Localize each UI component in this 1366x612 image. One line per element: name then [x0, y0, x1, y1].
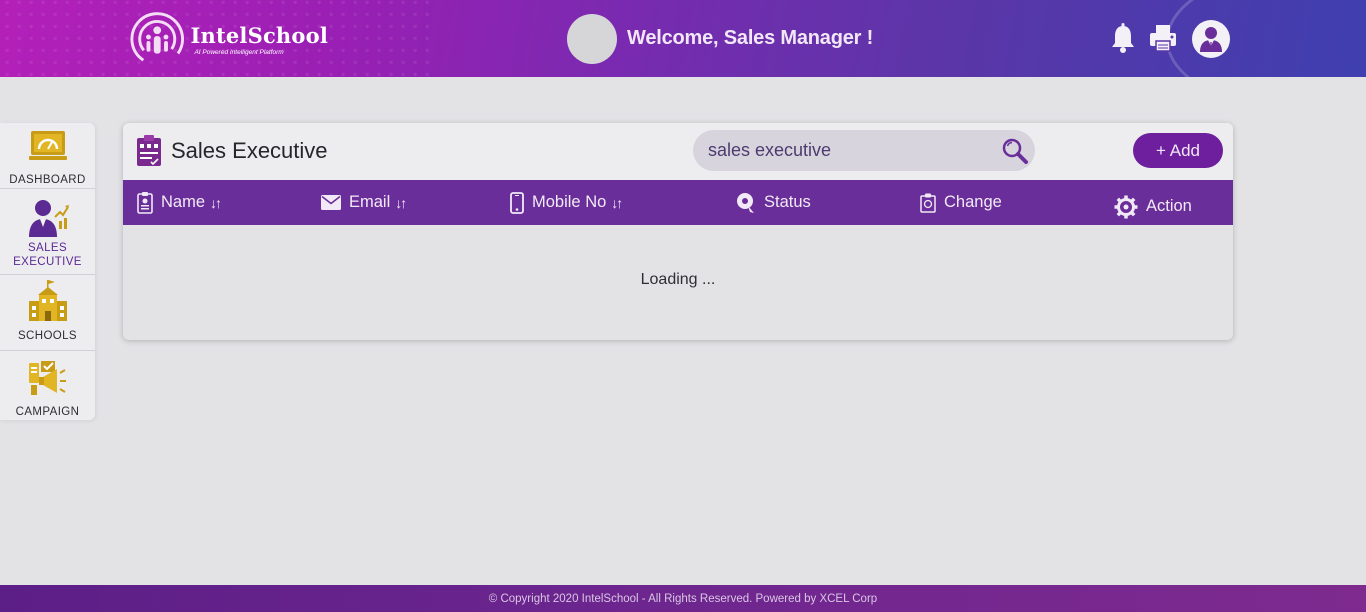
- sales-executive-icon: [28, 200, 69, 237]
- sales-executive-panel: Sales Executive + Add Name ↓↑: [123, 123, 1233, 340]
- column-header-status: Status: [736, 180, 811, 225]
- column-header-mobile[interactable]: Mobile No ↓↑: [510, 180, 623, 225]
- column-label: Email: [349, 193, 391, 211]
- column-header-email[interactable]: Email ↓↑: [321, 180, 407, 225]
- change-icon: [920, 193, 936, 213]
- page-title: Sales Executive: [171, 138, 328, 163]
- search-icon[interactable]: [1001, 137, 1029, 165]
- add-button[interactable]: + Add: [1133, 133, 1223, 168]
- divider: [0, 274, 95, 275]
- sidebar-item-schools[interactable]: SCHOOLS: [0, 279, 95, 343]
- copyright-text: © Copyright 2020 IntelSchool - All Right…: [488, 592, 878, 605]
- column-label: Change: [944, 193, 1002, 211]
- bell-icon[interactable]: [1108, 22, 1138, 54]
- divider: [0, 188, 95, 189]
- mobile-icon: [510, 191, 524, 214]
- column-label: Name: [161, 193, 206, 211]
- sidebar-item-campaign[interactable]: CAMPAIGN: [0, 359, 95, 419]
- divider: [0, 350, 95, 351]
- clipboard-icon: [137, 135, 161, 166]
- sidebar-item-dashboard[interactable]: DASHBOARD: [0, 127, 95, 187]
- intelschool-logo-icon: [130, 12, 185, 66]
- sort-icon[interactable]: ↓↑: [611, 195, 623, 211]
- printer-icon[interactable]: [1148, 22, 1178, 54]
- welcome-message: Welcome, Sales Manager !: [627, 27, 874, 49]
- loading-indicator: Loading ...: [640, 271, 716, 288]
- panel-toolbar: Sales Executive + Add: [123, 123, 1233, 180]
- sidebar: DASHBOARD SALES EXECUTIVE SCHOOLS CAMPAI…: [0, 123, 95, 420]
- top-header: IntelSchool AI Powered Intelligent Platf…: [0, 0, 1366, 77]
- logo-subtitle: AI Powered Intelligent Platform: [194, 48, 284, 56]
- logo-title: IntelSchool: [190, 22, 328, 48]
- sidebar-item-label-2: EXECUTIVE: [13, 256, 82, 268]
- table-header: Name ↓↑ Email ↓↑ Mobile No ↓↑ Status Cha…: [123, 180, 1233, 225]
- dashboard-icon: [28, 131, 67, 160]
- sidebar-item-sales-executive[interactable]: SALES EXECUTIVE: [0, 195, 95, 269]
- column-header-action: Action: [1114, 184, 1192, 229]
- column-header-change: Change: [920, 180, 1002, 225]
- gear-icon: [1114, 195, 1138, 218]
- school-icon: [28, 280, 67, 321]
- column-label: Mobile No: [532, 193, 607, 211]
- sort-icon[interactable]: ↓↑: [395, 195, 407, 211]
- id-card-icon: [137, 191, 153, 214]
- logo[interactable]: IntelSchool AI Powered Intelligent Platf…: [128, 12, 328, 66]
- welcome-avatar: [567, 14, 617, 64]
- search-input[interactable]: [693, 130, 1035, 171]
- campaign-icon: [28, 361, 66, 395]
- footer: © Copyright 2020 IntelSchool - All Right…: [0, 585, 1366, 612]
- column-label: Action: [1146, 197, 1192, 215]
- sidebar-item-label: CAMPAIGN: [15, 406, 80, 418]
- status-icon: [737, 192, 754, 213]
- sidebar-item-label: SCHOOLS: [17, 330, 78, 342]
- user-avatar[interactable]: [1192, 20, 1230, 58]
- sort-icon[interactable]: ↓↑: [210, 195, 222, 211]
- envelope-icon: [321, 195, 341, 210]
- sidebar-item-label: DASHBOARD: [9, 174, 86, 186]
- user-profile-icon: [1200, 27, 1222, 52]
- sidebar-item-label: SALES: [27, 242, 68, 254]
- column-header-name[interactable]: Name ↓↑: [137, 180, 222, 225]
- column-label: Status: [764, 193, 811, 211]
